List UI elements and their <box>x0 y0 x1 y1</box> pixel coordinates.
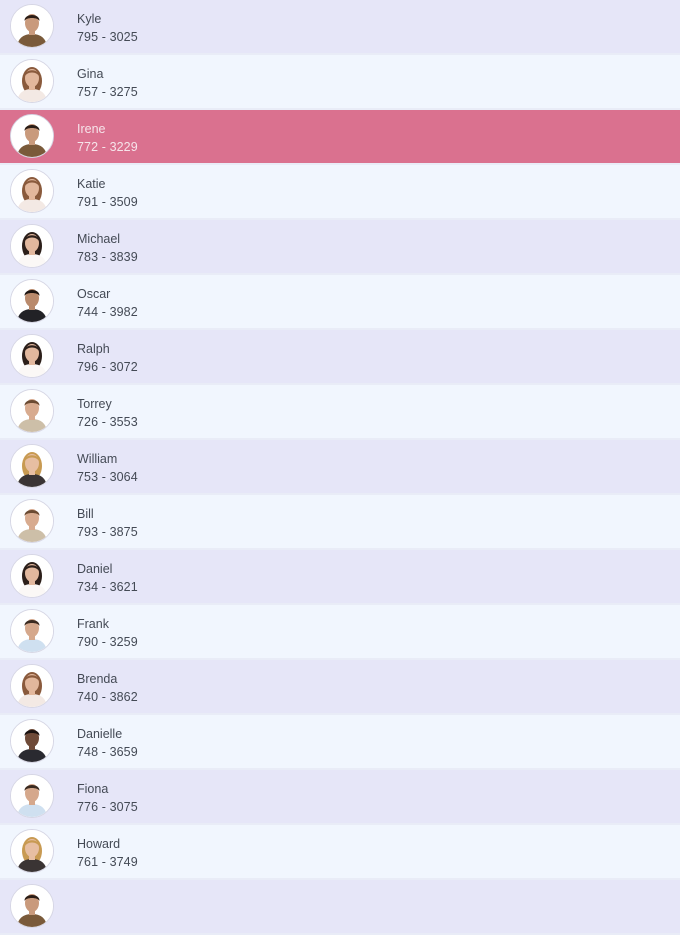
man-blue-shirt-avatar <box>10 774 54 818</box>
contact-name: Frank <box>77 617 109 631</box>
contact-name: Danielle <box>77 727 123 741</box>
list-item[interactable]: Michael 783 - 3839 <box>0 220 680 275</box>
list-item[interactable]: Gina 757 - 3275 <box>0 55 680 110</box>
woman-dark-hair-avatar <box>10 334 54 378</box>
contact-phone: 793 - 3875 <box>77 525 138 539</box>
contact-phone: 791 - 3509 <box>77 195 138 209</box>
contact-list[interactable]: Kyle 795 - 3025 Gina 757 - 3275 Irene 772 - 3… <box>0 0 680 935</box>
contact-name: William <box>77 452 118 466</box>
contact-phone: 726 - 3553 <box>77 415 138 429</box>
list-item[interactable]: Bill 793 - 3875 <box>0 495 680 550</box>
man-brown-jacket-avatar <box>10 114 54 158</box>
contact-name: Brenda <box>77 672 118 686</box>
woman-blonde-avatar <box>10 829 54 873</box>
list-item[interactable]: Danielle 748 - 3659 <box>0 715 680 770</box>
man-blue-shirt-avatar <box>10 609 54 653</box>
list-item[interactable]: Torrey 726 - 3553 <box>0 385 680 440</box>
list-item[interactable]: Frank 790 - 3259 <box>0 605 680 660</box>
contact-name: Torrey <box>77 397 112 411</box>
list-item[interactable]: Brenda 740 - 3862 <box>0 660 680 715</box>
contact-name: Fiona <box>77 782 109 796</box>
list-item[interactable]: Oscar 744 - 3982 <box>0 275 680 330</box>
contact-phone: 772 - 3229 <box>77 140 138 154</box>
woman-blonde-avatar <box>10 444 54 488</box>
contact-phone: 761 - 3749 <box>77 855 138 869</box>
list-item-selected[interactable]: Irene 772 - 3229 <box>0 110 680 165</box>
man-tan-suit-avatar <box>10 499 54 543</box>
contact-name: Irene <box>77 122 106 136</box>
list-item[interactable]: Fiona 776 - 3075 <box>0 770 680 825</box>
contact-name: Howard <box>77 837 121 851</box>
contact-name: Michael <box>77 232 121 246</box>
list-item[interactable]: Kyle 795 - 3025 <box>0 0 680 55</box>
contact-phone: 776 - 3075 <box>77 800 138 814</box>
list-item[interactable]: Ralph 796 - 3072 <box>0 330 680 385</box>
contact-name: Daniel <box>77 562 113 576</box>
woman-long-hair-avatar <box>10 664 54 708</box>
list-item[interactable]: William 753 - 3064 <box>0 440 680 495</box>
man-brown-jacket-avatar <box>10 4 54 48</box>
man-tan-suit-avatar <box>10 389 54 433</box>
list-item[interactable]: Katie 791 - 3509 <box>0 165 680 220</box>
contact-name: Kyle <box>77 12 102 26</box>
contact-phone: 790 - 3259 <box>77 635 138 649</box>
contact-phone: 734 - 3621 <box>77 580 138 594</box>
contact-name: Oscar <box>77 287 111 301</box>
list-item[interactable]: Howard 761 - 3749 <box>0 825 680 880</box>
man-black-shirt-avatar <box>10 279 54 323</box>
list-item[interactable]: Daniel 734 - 3621 <box>0 550 680 605</box>
contact-phone: 796 - 3072 <box>77 360 138 374</box>
woman-long-hair-avatar <box>10 59 54 103</box>
contact-name: Gina <box>77 67 104 81</box>
contact-phone: 753 - 3064 <box>77 470 138 484</box>
man-dark-suit-avatar <box>10 719 54 763</box>
woman-dark-hair-avatar <box>10 224 54 268</box>
contact-phone: 744 - 3982 <box>77 305 138 319</box>
contact-name: Katie <box>77 177 106 191</box>
contact-phone: 783 - 3839 <box>77 250 138 264</box>
woman-dark-hair-avatar <box>10 554 54 598</box>
contact-phone: 795 - 3025 <box>77 30 138 44</box>
contact-phone: 757 - 3275 <box>77 85 138 99</box>
man-brown-jacket-avatar <box>10 884 54 928</box>
woman-long-hair-avatar <box>10 169 54 213</box>
contact-phone: 740 - 3862 <box>77 690 138 704</box>
contact-name: Ralph <box>77 342 110 356</box>
contact-phone: 748 - 3659 <box>77 745 138 759</box>
list-item[interactable] <box>0 880 680 935</box>
contact-name: Bill <box>77 507 94 521</box>
